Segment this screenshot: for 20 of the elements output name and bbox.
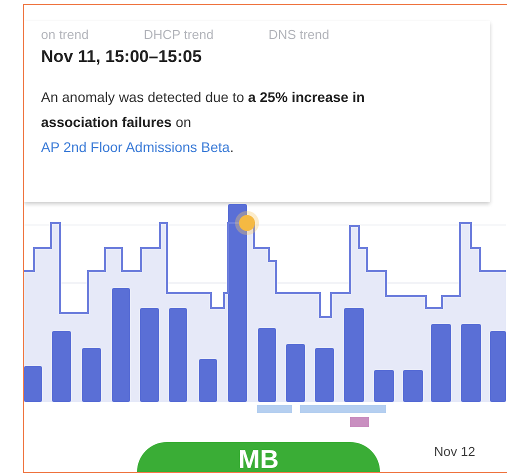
axis-label: Nov 12	[434, 444, 476, 459]
tab-label: DNS trend	[268, 27, 330, 43]
tab-label: DHCP trend	[144, 27, 214, 43]
chart-bar	[490, 331, 506, 402]
badge-label: MB	[137, 442, 380, 472]
event-marker	[350, 417, 369, 427]
chart-bar	[286, 344, 305, 402]
chart-bar	[24, 366, 42, 402]
tooltip-title: Nov 11, 15:00–15:05	[41, 47, 203, 67]
chart-bar	[403, 370, 423, 402]
chart-bar	[315, 348, 334, 402]
highlight-point-icon	[235, 211, 259, 235]
access-point-link[interactable]: AP 2nd Floor Admissions Beta	[41, 139, 230, 155]
tab-label: on trend	[41, 27, 89, 43]
chart-bar	[82, 348, 101, 402]
chart-bar	[374, 370, 394, 402]
tooltip-message: An anomaly was detected due to a 25% increase in association failures on AP 2nd Floor Admissions Beta.	[41, 88, 366, 157]
chart-bar	[199, 359, 217, 402]
chart-bar	[52, 331, 71, 402]
event-marker	[257, 405, 292, 413]
